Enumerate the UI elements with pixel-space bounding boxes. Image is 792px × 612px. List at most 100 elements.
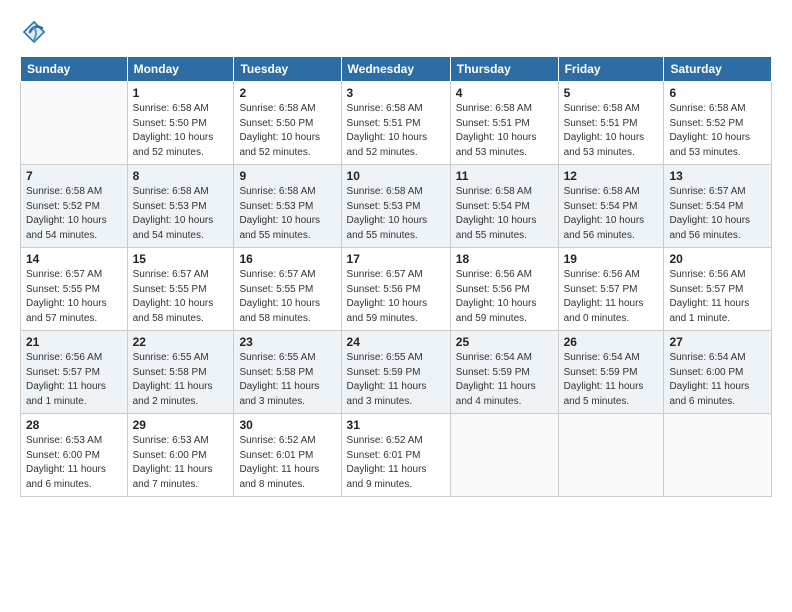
calendar-cell <box>21 82 128 165</box>
day-info: Sunrise: 6:57 AMSunset: 5:55 PMDaylight:… <box>26 268 122 326</box>
week-row-2: 7 Sunrise: 6:58 AMSunset: 5:52 PMDaylight… <box>21 165 772 248</box>
calendar-cell: 17 Sunrise: 6:57 AMSunset: 5:56 PMDayligh… <box>341 248 450 331</box>
calendar-cell: 24Sunrise: 6:55 AMSunset: 5:59 PMDayligh… <box>341 331 450 414</box>
day-info: Sunrise: 6:58 AMSunset: 5:53 PMDaylight:… <box>347 185 445 243</box>
day-number: 27 <box>669 335 766 349</box>
day-info: Sunrise: 6:56 AMSunset: 5:57 PMDaylight:… <box>669 268 766 326</box>
calendar-cell <box>664 414 772 497</box>
calendar-cell: 6 Sunrise: 6:58 AMSunset: 5:52 PMDaylight… <box>664 82 772 165</box>
calendar-cell: 4 Sunrise: 6:58 AMSunset: 5:51 PMDaylight… <box>450 82 558 165</box>
day-info: Sunrise: 6:54 AMSunset: 5:59 PMDaylight:… <box>564 351 659 409</box>
day-number: 14 <box>26 252 122 266</box>
day-number: 4 <box>456 86 553 100</box>
weekday-header-thursday: Thursday <box>450 57 558 82</box>
day-info: Sunrise: 6:55 AMSunset: 5:58 PMDaylight:… <box>133 351 229 409</box>
day-info: Sunrise: 6:52 AMSunset: 6:01 PMDaylight:… <box>347 434 445 492</box>
day-info: Sunrise: 6:53 AMSunset: 6:00 PMDaylight:… <box>133 434 229 492</box>
day-number: 22 <box>133 335 229 349</box>
calendar-cell: 8Sunrise: 6:58 AMSunset: 5:53 PMDaylight… <box>127 165 234 248</box>
weekday-header-sunday: Sunday <box>21 57 128 82</box>
day-info: Sunrise: 6:58 AMSunset: 5:52 PMDaylight:… <box>669 102 766 160</box>
day-number: 16 <box>239 252 335 266</box>
calendar-cell: 28Sunrise: 6:53 AMSunset: 6:00 PMDayligh… <box>21 414 128 497</box>
day-info: Sunrise: 6:57 AMSunset: 5:54 PMDaylight:… <box>669 185 766 243</box>
calendar-cell: 22 Sunrise: 6:55 AMSunset: 5:58 PMDayligh… <box>127 331 234 414</box>
day-number: 6 <box>669 86 766 100</box>
day-info: Sunrise: 6:55 AMSunset: 5:58 PMDaylight:… <box>239 351 335 409</box>
calendar-cell: 25Sunrise: 6:54 AMSunset: 5:59 PMDayligh… <box>450 331 558 414</box>
day-number: 21 <box>26 335 122 349</box>
calendar-cell: 13 Sunrise: 6:57 AMSunset: 5:54 PMDayligh… <box>664 165 772 248</box>
calendar-cell: 18Sunrise: 6:56 AMSunset: 5:56 PMDayligh… <box>450 248 558 331</box>
weekday-header-tuesday: Tuesday <box>234 57 341 82</box>
logo <box>20 18 50 46</box>
day-info: Sunrise: 6:58 AMSunset: 5:53 PMDaylight:… <box>133 185 229 243</box>
day-number: 5 <box>564 86 659 100</box>
day-info: Sunrise: 6:56 AMSunset: 5:56 PMDaylight:… <box>456 268 553 326</box>
day-info: Sunrise: 6:58 AMSunset: 5:53 PMDaylight:… <box>239 185 335 243</box>
calendar-cell: 27 Sunrise: 6:54 AMSunset: 6:00 PMDayligh… <box>664 331 772 414</box>
day-info: Sunrise: 6:53 AMSunset: 6:00 PMDaylight:… <box>26 434 122 492</box>
calendar-cell: 31 Sunrise: 6:52 AMSunset: 6:01 PMDayligh… <box>341 414 450 497</box>
day-number: 11 <box>456 169 553 183</box>
week-row-1: 1 Sunrise: 6:58 AMSunset: 5:50 PMDaylight… <box>21 82 772 165</box>
day-number: 7 <box>26 169 122 183</box>
calendar-cell: 10 Sunrise: 6:58 AMSunset: 5:53 PMDayligh… <box>341 165 450 248</box>
calendar-table: SundayMondayTuesdayWednesdayThursdayFrid… <box>20 56 772 497</box>
calendar-cell: 30Sunrise: 6:52 AMSunset: 6:01 PMDayligh… <box>234 414 341 497</box>
day-number: 19 <box>564 252 659 266</box>
day-number: 3 <box>347 86 445 100</box>
day-number: 15 <box>133 252 229 266</box>
calendar-cell: 16 Sunrise: 6:57 AMSunset: 5:55 PMDayligh… <box>234 248 341 331</box>
day-number: 20 <box>669 252 766 266</box>
day-info: Sunrise: 6:52 AMSunset: 6:01 PMDaylight:… <box>239 434 335 492</box>
logo-icon <box>20 18 48 46</box>
day-info: Sunrise: 6:58 AMSunset: 5:50 PMDaylight:… <box>239 102 335 160</box>
day-number: 13 <box>669 169 766 183</box>
day-info: Sunrise: 6:58 AMSunset: 5:54 PMDaylight:… <box>456 185 553 243</box>
calendar-cell: 23 Sunrise: 6:55 AMSunset: 5:58 PMDayligh… <box>234 331 341 414</box>
calendar-cell: 5 Sunrise: 6:58 AMSunset: 5:51 PMDaylight… <box>558 82 664 165</box>
calendar-cell: 7 Sunrise: 6:58 AMSunset: 5:52 PMDaylight… <box>21 165 128 248</box>
day-number: 23 <box>239 335 335 349</box>
week-row-5: 28Sunrise: 6:53 AMSunset: 6:00 PMDayligh… <box>21 414 772 497</box>
day-number: 12 <box>564 169 659 183</box>
calendar-cell: 21Sunrise: 6:56 AMSunset: 5:57 PMDayligh… <box>21 331 128 414</box>
day-info: Sunrise: 6:58 AMSunset: 5:51 PMDaylight:… <box>564 102 659 160</box>
day-info: Sunrise: 6:58 AMSunset: 5:51 PMDaylight:… <box>347 102 445 160</box>
day-info: Sunrise: 6:57 AMSunset: 5:55 PMDaylight:… <box>239 268 335 326</box>
day-number: 10 <box>347 169 445 183</box>
day-info: Sunrise: 6:54 AMSunset: 6:00 PMDaylight:… <box>669 351 766 409</box>
calendar-cell: 3 Sunrise: 6:58 AMSunset: 5:51 PMDaylight… <box>341 82 450 165</box>
calendar-cell: 9Sunrise: 6:58 AMSunset: 5:53 PMDaylight… <box>234 165 341 248</box>
day-number: 26 <box>564 335 659 349</box>
day-number: 17 <box>347 252 445 266</box>
calendar-cell: 11 Sunrise: 6:58 AMSunset: 5:54 PMDayligh… <box>450 165 558 248</box>
day-number: 1 <box>133 86 229 100</box>
calendar-cell <box>450 414 558 497</box>
calendar-cell: 20 Sunrise: 6:56 AMSunset: 5:57 PMDayligh… <box>664 248 772 331</box>
day-number: 31 <box>347 418 445 432</box>
week-row-4: 21Sunrise: 6:56 AMSunset: 5:57 PMDayligh… <box>21 331 772 414</box>
day-info: Sunrise: 6:57 AMSunset: 5:55 PMDaylight:… <box>133 268 229 326</box>
day-number: 29 <box>133 418 229 432</box>
calendar-cell: 2Sunrise: 6:58 AMSunset: 5:50 PMDaylight… <box>234 82 341 165</box>
day-info: Sunrise: 6:58 AMSunset: 5:52 PMDaylight:… <box>26 185 122 243</box>
day-info: Sunrise: 6:55 AMSunset: 5:59 PMDaylight:… <box>347 351 445 409</box>
calendar-cell: 29 Sunrise: 6:53 AMSunset: 6:00 PMDayligh… <box>127 414 234 497</box>
day-number: 25 <box>456 335 553 349</box>
weekday-header-row: SundayMondayTuesdayWednesdayThursdayFrid… <box>21 57 772 82</box>
weekday-header-saturday: Saturday <box>664 57 772 82</box>
weekday-header-wednesday: Wednesday <box>341 57 450 82</box>
calendar-cell: 14 Sunrise: 6:57 AMSunset: 5:55 PMDayligh… <box>21 248 128 331</box>
calendar-cell: 26 Sunrise: 6:54 AMSunset: 5:59 PMDayligh… <box>558 331 664 414</box>
day-info: Sunrise: 6:58 AMSunset: 5:51 PMDaylight:… <box>456 102 553 160</box>
week-row-3: 14 Sunrise: 6:57 AMSunset: 5:55 PMDayligh… <box>21 248 772 331</box>
day-info: Sunrise: 6:57 AMSunset: 5:56 PMDaylight:… <box>347 268 445 326</box>
page: SundayMondayTuesdayWednesdayThursdayFrid… <box>0 0 792 612</box>
calendar-cell <box>558 414 664 497</box>
day-info: Sunrise: 6:58 AMSunset: 5:54 PMDaylight:… <box>564 185 659 243</box>
calendar-cell: 12 Sunrise: 6:58 AMSunset: 5:54 PMDayligh… <box>558 165 664 248</box>
day-info: Sunrise: 6:56 AMSunset: 5:57 PMDaylight:… <box>564 268 659 326</box>
weekday-header-friday: Friday <box>558 57 664 82</box>
